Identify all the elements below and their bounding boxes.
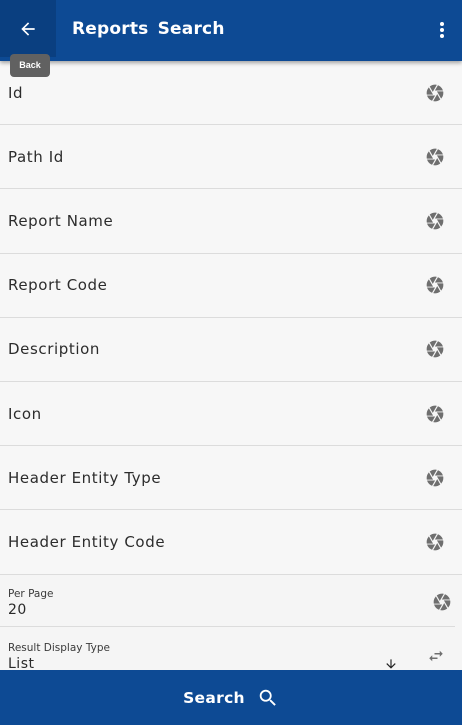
field-header-entity-code[interactable]: Header Entity Code <box>0 510 462 575</box>
field-label: Report Name <box>8 211 114 230</box>
result-display-type-field[interactable]: Result Display Type List <box>0 627 462 675</box>
search-button[interactable]: Search <box>0 670 462 725</box>
search-button-label: Search <box>183 688 245 707</box>
more-menu-button[interactable] <box>430 14 454 46</box>
aperture-icon[interactable] <box>425 275 445 295</box>
arrow-left-icon <box>21 21 35 36</box>
field-icon[interactable]: Icon <box>0 381 462 447</box>
aperture-icon[interactable] <box>425 147 445 167</box>
field-label: Header Entity Code <box>8 532 166 551</box>
field-header-entity-type[interactable]: Header Entity Type <box>0 446 462 511</box>
aperture-icon[interactable] <box>425 532 445 552</box>
field-label: Icon <box>8 404 42 423</box>
field-description[interactable]: Description <box>0 317 462 382</box>
per-page-value[interactable]: 20 <box>8 602 27 618</box>
field-report-code[interactable]: Report Code <box>0 253 462 318</box>
per-page-field[interactable]: Per Page 20 <box>0 575 455 627</box>
aperture-icon[interactable] <box>425 339 445 359</box>
page-title: Reports Search <box>72 19 225 39</box>
aperture-icon[interactable] <box>425 468 445 488</box>
field-label: Report Code <box>8 276 108 295</box>
back-button[interactable] <box>0 0 56 57</box>
search-fields-list: Id Path Id Report Name Report Code Descr… <box>0 61 462 675</box>
aperture-icon[interactable] <box>425 83 445 103</box>
search-icon <box>259 689 276 706</box>
aperture-icon[interactable] <box>425 211 445 231</box>
aperture-icon[interactable] <box>432 592 452 612</box>
more-vert-icon <box>440 22 444 38</box>
back-tooltip: Back <box>10 54 50 77</box>
field-path-id[interactable]: Path Id <box>0 125 462 190</box>
field-label: Id <box>8 83 24 102</box>
field-label: Header Entity Type <box>8 468 162 487</box>
field-report-name[interactable]: Report Name <box>0 189 462 254</box>
field-id[interactable]: Id <box>0 61 462 126</box>
field-label: Description <box>8 340 101 359</box>
field-label: Path Id <box>8 147 64 166</box>
per-page-label: Per Page <box>8 587 54 600</box>
arrow-down-icon[interactable] <box>384 657 398 671</box>
app-bar: Reports Search <box>0 0 462 61</box>
aperture-icon[interactable] <box>425 404 445 424</box>
result-display-type-label: Result Display Type <box>8 641 110 654</box>
swap-horiz-icon[interactable] <box>426 647 446 665</box>
